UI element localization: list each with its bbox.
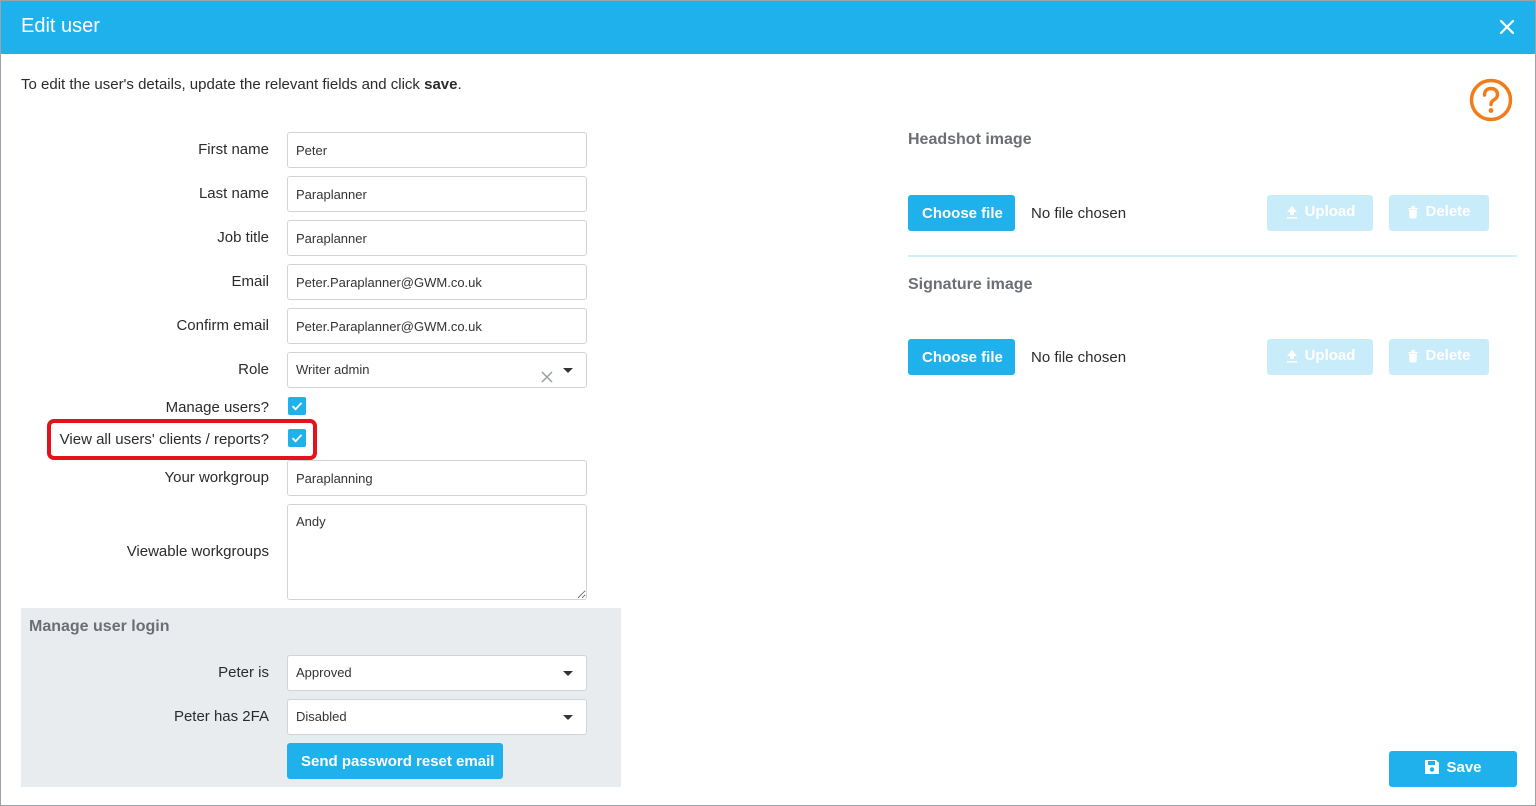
save-button[interactable]: Save — [1389, 751, 1517, 787]
workgroup-field[interactable] — [287, 460, 587, 496]
first-name-field[interactable] — [287, 132, 587, 168]
headshot-choose-file-button[interactable]: Choose file — [908, 195, 1015, 231]
intro-save-word: save — [424, 76, 458, 93]
trash-icon — [1407, 349, 1419, 367]
chevron-down-icon — [563, 715, 573, 720]
login-status-value: Approved — [296, 665, 352, 680]
intro-text: To edit the user's details, update the r… — [21, 76, 462, 93]
email-label: Email — [231, 273, 269, 290]
last-name-field[interactable] — [287, 176, 587, 212]
role-select[interactable]: Writer admin — [287, 352, 587, 388]
manage-login-title: Manage user login — [29, 618, 170, 635]
viewable-workgroups-label: Viewable workgroups — [126, 543, 269, 560]
twofa-select[interactable]: Disabled — [287, 699, 587, 735]
confirm-email-label: Confirm email — [176, 317, 269, 334]
headshot-title: Headshot image — [908, 131, 1032, 148]
confirm-email-field[interactable] — [287, 308, 587, 344]
save-icon — [1424, 759, 1440, 779]
twofa-label: Peter has 2FA — [173, 708, 269, 725]
dialog-title: Edit user — [21, 15, 100, 37]
chevron-down-icon — [563, 671, 573, 676]
first-name-label: First name — [198, 141, 269, 158]
signature-file-status: No file chosen — [1031, 349, 1127, 366]
section-divider — [908, 255, 1517, 257]
headshot-upload-button[interactable]: Upload — [1267, 195, 1373, 231]
send-reset-email-button[interactable]: Send password reset email — [287, 743, 503, 779]
headshot-file-status: No file chosen — [1031, 205, 1127, 222]
help-icon[interactable] — [1469, 78, 1513, 122]
edit-user-dialog: Edit user To edit the user's details, up… — [0, 0, 1536, 806]
login-status-select[interactable]: Approved — [287, 655, 587, 691]
clear-icon[interactable] — [540, 363, 554, 383]
role-value: Writer admin — [296, 362, 370, 377]
job-title-label: Job title — [217, 229, 269, 246]
upload-icon — [1285, 349, 1299, 367]
job-title-field[interactable] — [287, 220, 587, 256]
role-label: Role — [238, 361, 269, 378]
headshot-delete-button[interactable]: Delete — [1389, 195, 1489, 231]
manage-users-label: Manage users? — [165, 399, 269, 416]
highlight-box — [47, 419, 317, 460]
dialog-header: Edit user — [1, 1, 1535, 54]
login-status-label: Peter is — [218, 664, 269, 681]
signature-title: Signature image — [908, 276, 1033, 293]
workgroup-label: Your workgroup — [164, 469, 269, 486]
check-icon — [291, 402, 303, 411]
signature-upload-button[interactable]: Upload — [1267, 339, 1373, 375]
upload-icon — [1285, 205, 1299, 223]
email-field[interactable] — [287, 264, 587, 300]
signature-choose-file-button[interactable]: Choose file — [908, 339, 1015, 375]
close-icon[interactable] — [1495, 15, 1519, 39]
viewable-workgroups-field[interactable]: Andy — [287, 504, 587, 600]
twofa-value: Disabled — [296, 709, 347, 724]
trash-icon — [1407, 205, 1419, 223]
last-name-label: Last name — [198, 185, 269, 202]
manage-users-checkbox[interactable] — [288, 397, 306, 415]
chevron-down-icon — [563, 368, 573, 373]
signature-delete-button[interactable]: Delete — [1389, 339, 1489, 375]
